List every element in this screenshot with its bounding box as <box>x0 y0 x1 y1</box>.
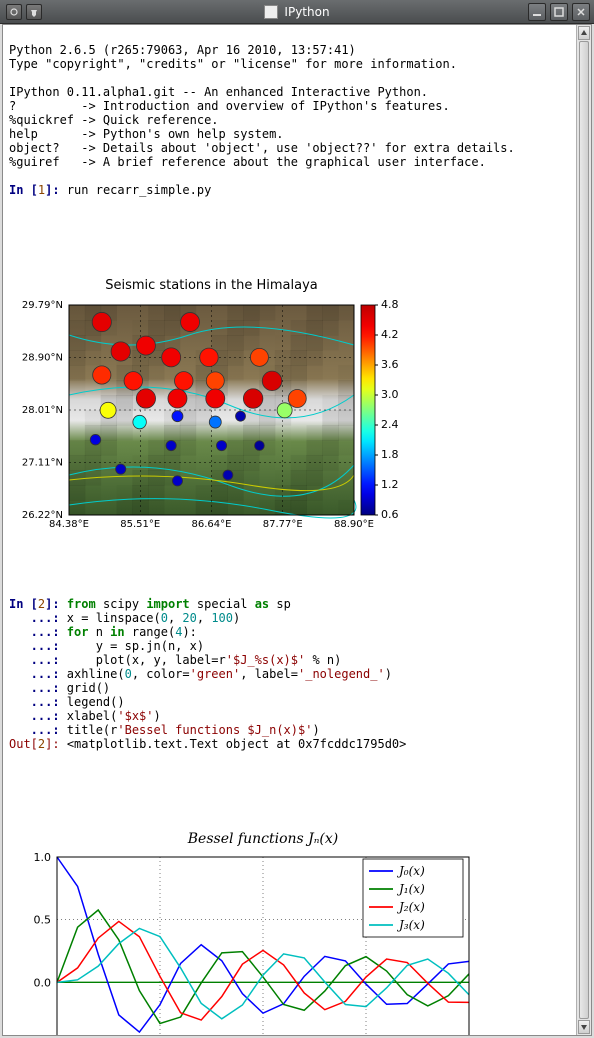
window-title: IPython <box>284 5 329 19</box>
svg-text:J₂(x): J₂(x) <box>396 900 425 914</box>
window-titlebar: IPython <box>0 0 594 24</box>
banner-text: Python 2.6.5 (r265:79063, Apr 16 2010, 1… <box>9 43 570 169</box>
window-app-icon <box>264 5 278 19</box>
svg-text:88.90°E: 88.90°E <box>334 519 374 530</box>
seismic-chart: Seismic stations in the Himalaya84.38°E8… <box>9 247 570 559</box>
svg-text:1.8: 1.8 <box>381 448 399 461</box>
svg-text:28.01°N: 28.01°N <box>22 405 63 416</box>
cell-in-1: In [1]: run recarr_simple.py <box>9 183 570 197</box>
svg-text:J₃(x): J₃(x) <box>396 918 425 932</box>
cell-in-2: In [2]: from scipy import special as sp … <box>9 597 570 751</box>
svg-text:Bessel functions Jₙ(x): Bessel functions Jₙ(x) <box>187 831 339 847</box>
window-sticky-button[interactable] <box>26 4 42 20</box>
svg-text:J₁(x): J₁(x) <box>396 882 425 896</box>
window-menu-button[interactable] <box>6 4 22 20</box>
vertical-scrollbar[interactable] <box>576 25 591 1035</box>
maximize-button[interactable] <box>550 3 568 21</box>
svg-text:28.90°N: 28.90°N <box>22 353 63 364</box>
svg-text:87.77°E: 87.77°E <box>263 519 303 530</box>
svg-text:J₀(x): J₀(x) <box>396 864 425 878</box>
scroll-down-button[interactable] <box>578 1020 590 1034</box>
svg-text:85.51°E: 85.51°E <box>120 519 160 530</box>
svg-text:3.0: 3.0 <box>381 388 399 401</box>
svg-text:0.5: 0.5 <box>34 914 52 927</box>
svg-text:4.2: 4.2 <box>381 328 399 341</box>
svg-text:86.64°E: 86.64°E <box>192 519 232 530</box>
svg-text:4.8: 4.8 <box>381 298 399 311</box>
terminal-content[interactable]: Python 2.6.5 (r265:79063, Apr 16 2010, 1… <box>3 25 576 1035</box>
svg-text:27.11°N: 27.11°N <box>22 458 63 469</box>
svg-text:29.79°N: 29.79°N <box>22 300 63 311</box>
svg-text:Seismic stations in the Himala: Seismic stations in the Himalaya <box>105 278 318 293</box>
bessel-chart: Bessel functions Jₙ(x)05101520-0.50.00.5… <box>9 801 570 1035</box>
minimize-button[interactable] <box>528 3 546 21</box>
svg-text:1.2: 1.2 <box>381 478 399 491</box>
scroll-thumb[interactable] <box>579 41 589 1019</box>
svg-text:1.0: 1.0 <box>34 851 52 864</box>
svg-text:0.6: 0.6 <box>381 508 399 521</box>
svg-text:3.6: 3.6 <box>381 358 399 371</box>
close-button[interactable] <box>572 3 590 21</box>
svg-text:2.4: 2.4 <box>381 418 399 431</box>
scroll-up-button[interactable] <box>578 26 590 40</box>
svg-text:0.0: 0.0 <box>34 976 52 989</box>
svg-text:26.22°N: 26.22°N <box>22 510 63 521</box>
